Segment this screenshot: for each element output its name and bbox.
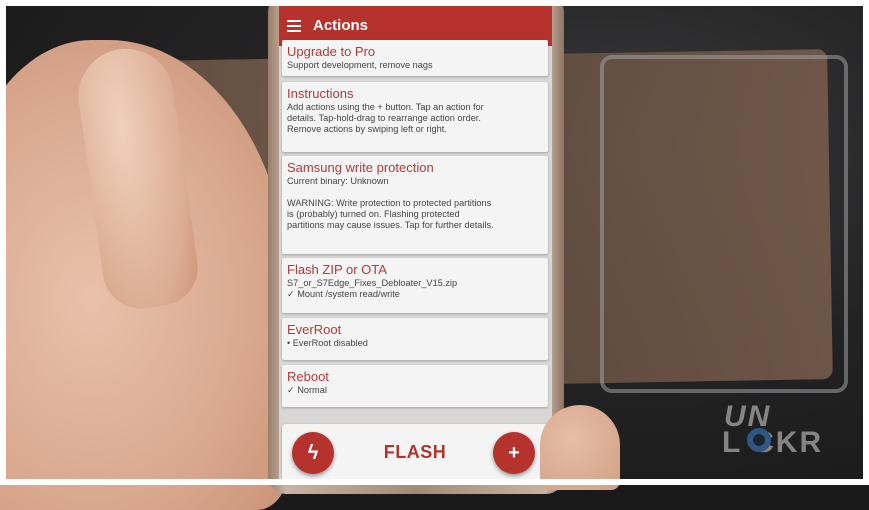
unlockr-watermark: UN L CKR: [712, 400, 857, 470]
card-title: Flash ZIP or OTA: [287, 262, 387, 277]
flash-panel: ϟ FLASH +: [282, 424, 548, 482]
card-flash-zip[interactable]: Flash ZIP or OTA S7_or_S7Edge_Fixes_Debl…: [282, 258, 548, 313]
lightning-bolt-icon[interactable]: ϟ: [292, 432, 334, 474]
bottom-bar: ϟ FLASH +: [279, 418, 552, 485]
card-text: S7_or_S7Edge_Fixes_Debloater_V15.zip ✓ Mo…: [287, 278, 458, 299]
card-instructions[interactable]: Instructions Add actions using the + but…: [282, 82, 548, 152]
card-text: Current binary: Unknown WARNING: Write p…: [287, 176, 494, 230]
card-title: Instructions: [287, 86, 354, 101]
watermark-line2: L CKR: [722, 426, 824, 459]
card-title: Reboot: [287, 369, 329, 384]
add-action-button[interactable]: +: [493, 432, 535, 474]
card-text: • EverRoot disabled: [287, 338, 368, 348]
card-title: EverRoot: [287, 322, 342, 337]
card-title: Upgrade to Pro: [287, 44, 376, 59]
finger: [540, 405, 620, 490]
phone-screen: Actions Upgrade to Pro Support developme…: [279, 4, 552, 485]
table-rim: [600, 55, 848, 393]
card-reboot[interactable]: Reboot ✓ Normal: [282, 365, 548, 407]
card-samsung-write-protection[interactable]: Samsung write protection Current binary:…: [282, 156, 548, 254]
card-text: ✓ Normal: [287, 385, 327, 395]
card-text: Add actions using the + button. Tap an a…: [287, 102, 484, 134]
app-bar-title: Actions: [313, 16, 369, 34]
card-upgrade-to-pro[interactable]: Upgrade to Pro Support development, remo…: [282, 40, 548, 76]
watermark-ring-icon: [747, 428, 771, 452]
flash-button[interactable]: FLASH: [342, 442, 488, 463]
card-title: Samsung write protection: [287, 160, 434, 175]
card-text: Support development, remove nags: [287, 60, 433, 70]
hamburger-menu-icon[interactable]: [287, 19, 301, 32]
card-everroot[interactable]: EverRoot • EverRoot disabled: [282, 318, 548, 360]
